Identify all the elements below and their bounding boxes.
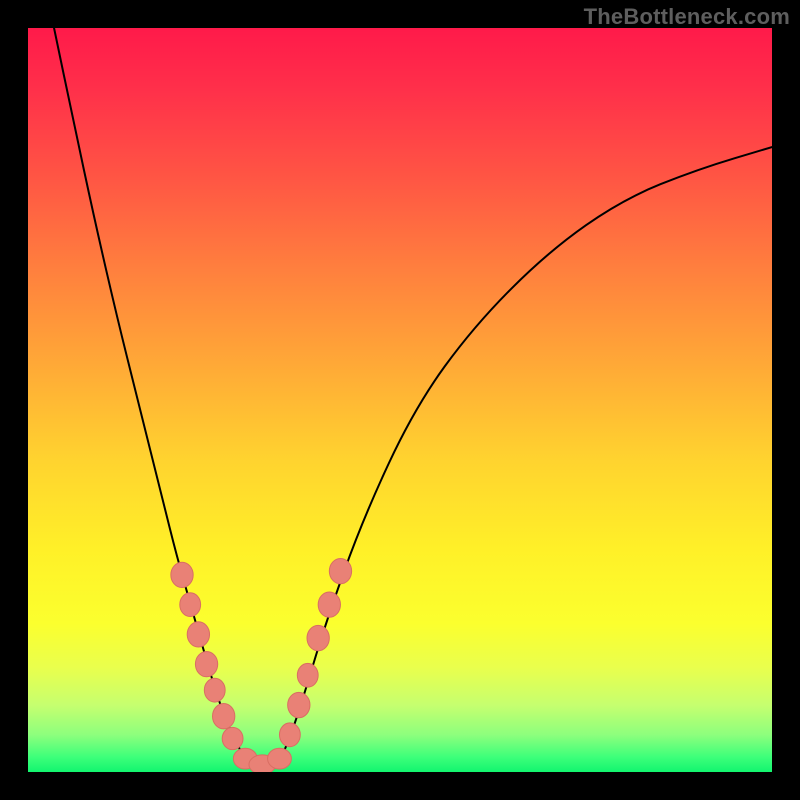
bead-13 xyxy=(307,625,329,650)
bead-3 xyxy=(195,651,217,676)
curves-group xyxy=(54,28,772,765)
bead-0 xyxy=(171,562,193,587)
bead-1 xyxy=(180,593,201,617)
bead-4 xyxy=(204,678,225,702)
beads-group xyxy=(171,558,352,772)
plot-area xyxy=(28,28,772,772)
bead-11 xyxy=(288,692,310,717)
bead-6 xyxy=(222,727,243,749)
curve-left-curve xyxy=(54,28,247,765)
bead-5 xyxy=(213,704,235,729)
bead-2 xyxy=(187,622,209,647)
bead-10 xyxy=(279,723,300,747)
bead-14 xyxy=(318,592,340,617)
bead-12 xyxy=(297,663,318,687)
curve-right-curve xyxy=(277,147,772,765)
curve-layer xyxy=(28,28,772,772)
bead-9 xyxy=(268,748,292,769)
bead-15 xyxy=(329,558,351,583)
watermark-text: TheBottleneck.com xyxy=(584,4,790,30)
